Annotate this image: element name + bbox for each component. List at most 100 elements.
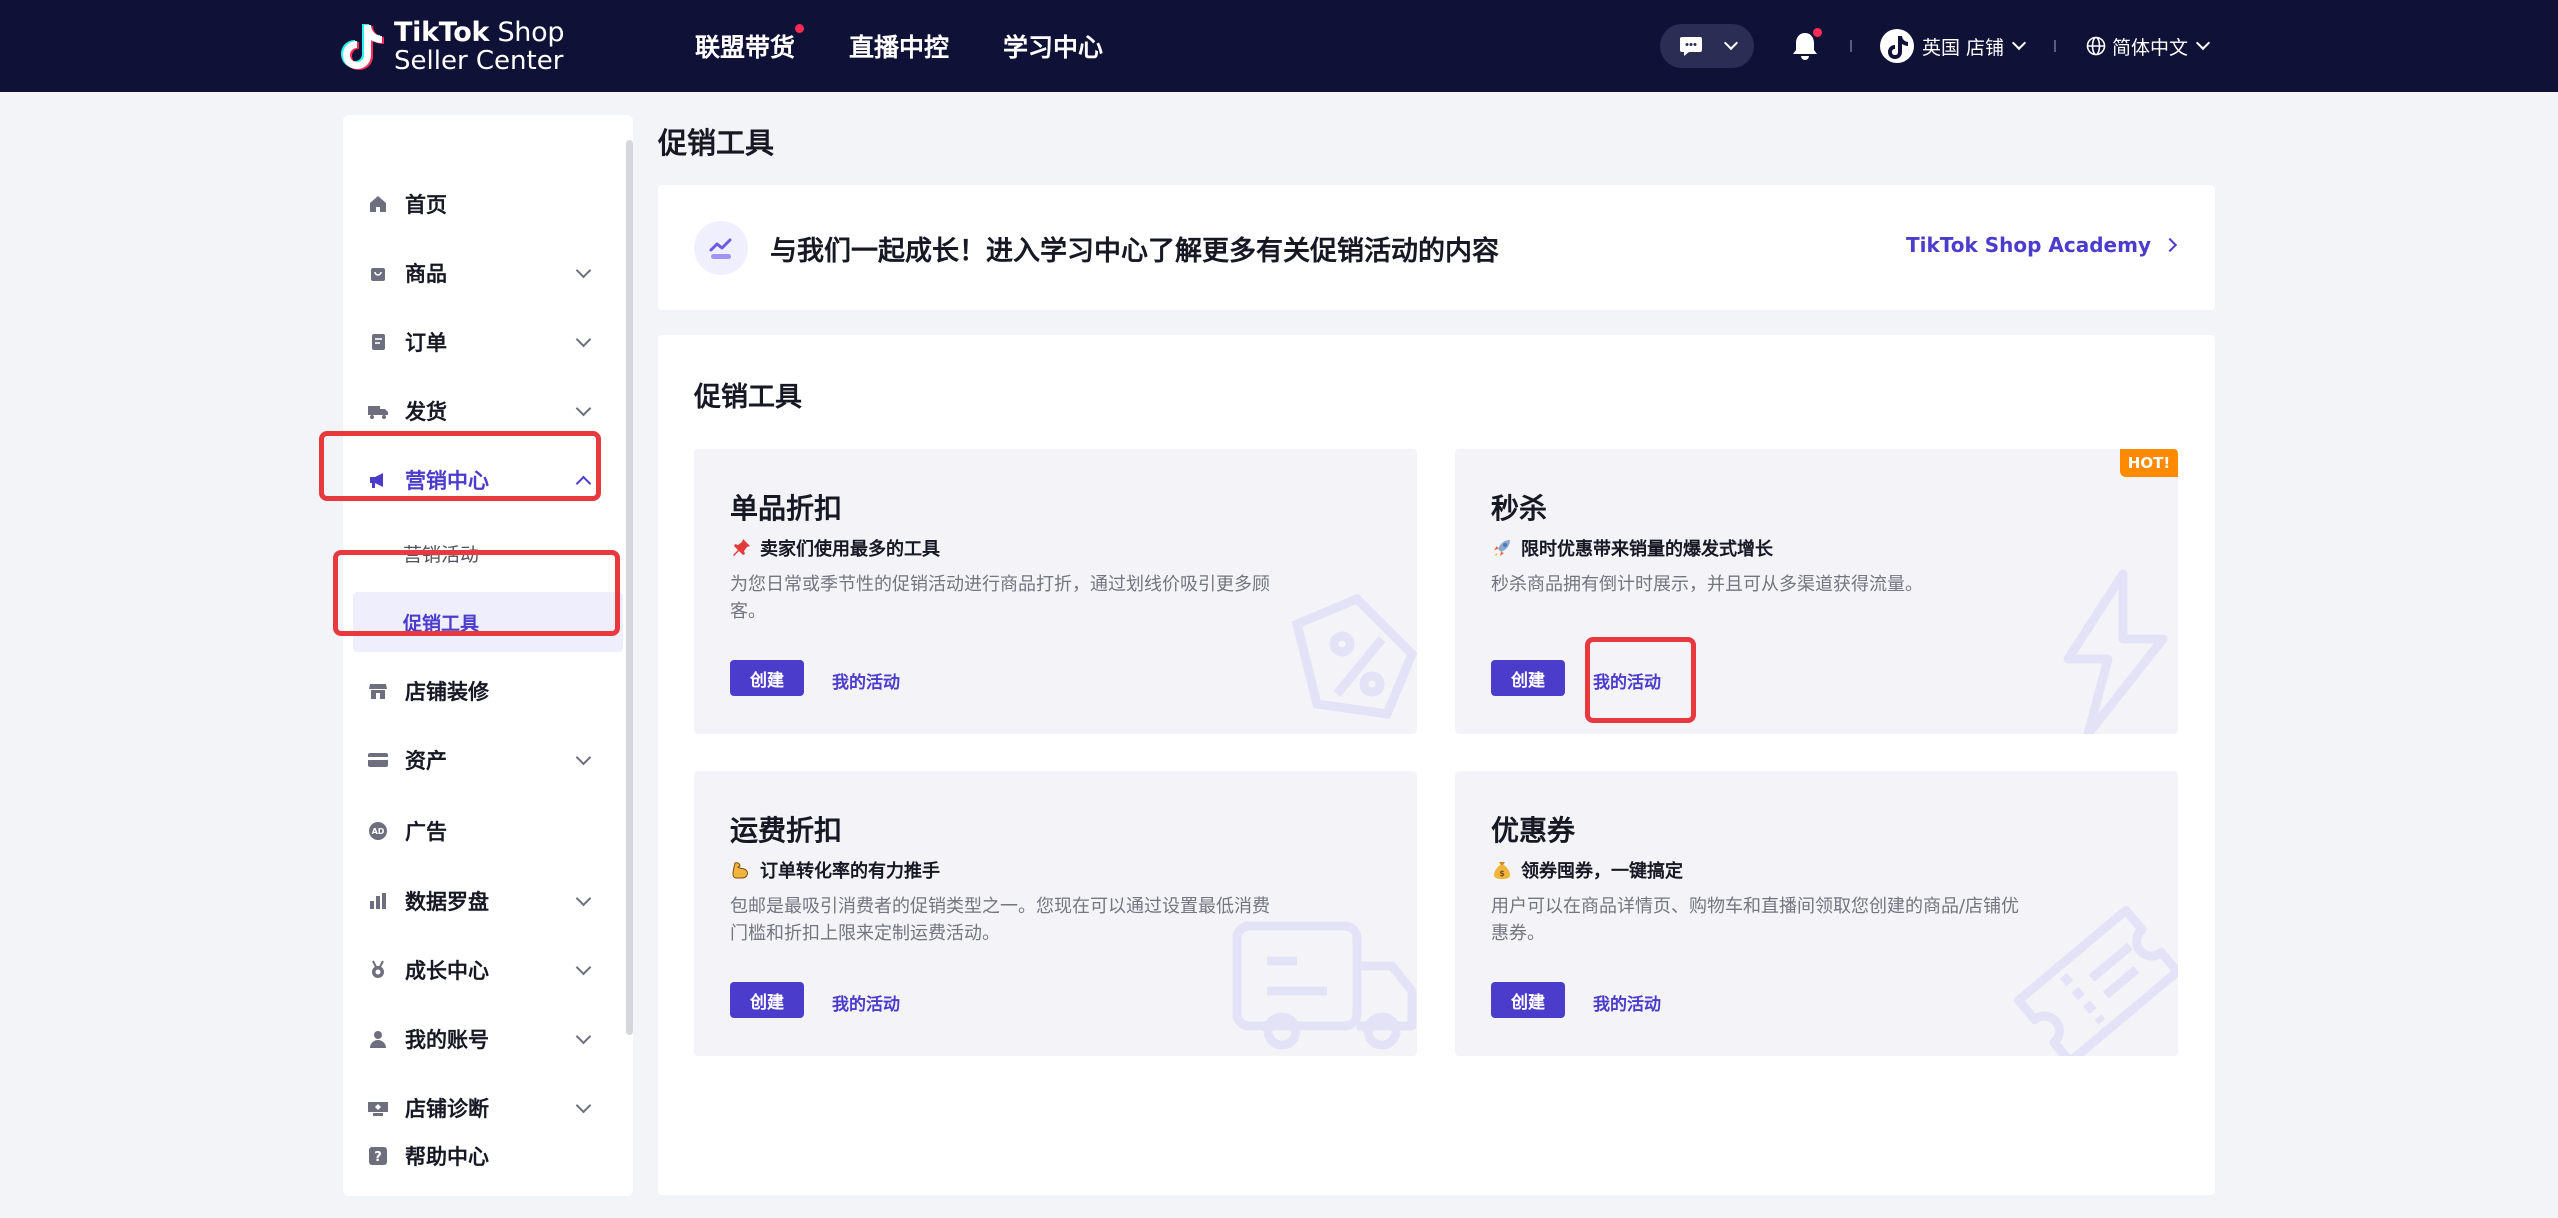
divider [1850, 40, 1852, 52]
chevron-down-icon [575, 1028, 592, 1045]
sidebar-scrollbar[interactable] [626, 140, 633, 1035]
create-button[interactable]: 创建 [1491, 982, 1565, 1018]
sidebar-item-help-center[interactable]: ? 帮助中心 [343, 1130, 633, 1182]
home-icon [367, 193, 389, 215]
svg-text:?: ? [374, 1150, 382, 1165]
card-product-discount: 单品折扣 卖家们使用最多的工具 为您日常或季节性的促销活动进行商品打折，通过划线… [694, 449, 1417, 734]
storefront-icon [367, 680, 389, 702]
divider [2054, 40, 2056, 52]
ad-icon: AD [367, 820, 389, 842]
page-title: 促销工具 [658, 126, 775, 160]
card-subtitle-text: 订单转化率的有力推手 [760, 861, 940, 882]
panel-title: 促销工具 [694, 382, 802, 413]
sidebar-item-products[interactable]: 商品 [343, 247, 633, 299]
create-button[interactable]: 创建 [1491, 660, 1565, 696]
svg-text:$: $ [1499, 869, 1505, 878]
pushpin-icon [730, 537, 752, 559]
money-bag-icon: $ [1491, 859, 1513, 881]
create-button[interactable]: 创建 [730, 982, 804, 1018]
sidebar-item-label: 发货 [405, 400, 447, 424]
top-navigation-bar: TikTok Shop Seller Center 联盟带货 直播中控 学习中心… [0, 0, 2558, 92]
medal-icon [367, 959, 389, 981]
highlight-box [333, 550, 620, 636]
chat-icon [1679, 37, 1702, 56]
card-subtitle-text: 限时优惠带来销量的爆发式增长 [1521, 539, 1773, 560]
sidebar-item-assets[interactable]: 资产 [343, 734, 633, 786]
sidebar-item-store-diagnosis[interactable]: 店铺诊断 [343, 1082, 633, 1134]
sidebar-item-label: 数据罗盘 [405, 890, 489, 914]
tiktok-shop-academy-link[interactable]: TikTok Shop Academy [1906, 233, 2178, 257]
card-subtitle-text: 领券囤券，一键搞定 [1521, 861, 1683, 882]
card-description: 为您日常或季节性的促销活动进行商品打折，通过划线价吸引更多顾客。 [730, 574, 1270, 622]
sidebar-item-orders[interactable]: 订单 [343, 316, 633, 368]
card-title: 秒杀 [1491, 492, 1548, 525]
chevron-down-icon [575, 331, 592, 348]
sidebar-item-growth-center[interactable]: 成长中心 [343, 944, 633, 996]
nav-learning-center-label: 学习中心 [1003, 33, 1104, 62]
chat-dropdown-button[interactable] [1660, 24, 1754, 68]
my-activity-link[interactable]: 我的活动 [832, 990, 900, 1015]
notification-bell-button[interactable] [1790, 28, 1822, 62]
my-activity-link[interactable]: 我的活动 [832, 668, 900, 693]
card-description: 包邮是最吸引消费者的促销类型之一。您现在可以通过设置最低消费门槛和折扣上限来定制… [730, 896, 1270, 944]
sidebar-item-label: 帮助中心 [405, 1145, 489, 1169]
card-subtitle: $ 领券囤券，一键搞定 [1491, 857, 1683, 883]
nav-affiliate[interactable]: 联盟带货 [695, 24, 805, 64]
discount-tag-deco-icon [1291, 593, 1417, 719]
sidebar-item-store-decoration[interactable]: 店铺装修 [343, 665, 633, 717]
chevron-down-icon [575, 1097, 592, 1114]
chevron-down-icon [575, 749, 592, 766]
chevron-right-icon [2162, 237, 2178, 253]
store-switcher[interactable]: 英国 店铺 [1880, 28, 2027, 64]
card-description: 秒杀商品拥有倒计时展示，并且可从多渠道获得流量。 [1491, 574, 1923, 595]
create-button[interactable]: 创建 [730, 660, 804, 696]
sidebar-item-ads[interactable]: AD 广告 [343, 805, 633, 857]
sidebar-item-shipping[interactable]: 发货 [343, 385, 633, 437]
bar-chart-icon [367, 890, 389, 912]
flexed-biceps-icon [730, 859, 752, 881]
svg-text:AD: AD [372, 827, 385, 836]
logo-seller-center-text: Seller Center [394, 45, 564, 76]
language-switcher[interactable]: 简体中文 [2086, 28, 2211, 64]
sidebar-item-label: 广告 [405, 820, 447, 844]
card-title: 运费折扣 [730, 814, 843, 847]
sidebar-item-label: 店铺诊断 [405, 1097, 489, 1121]
chevron-down-icon [575, 959, 592, 976]
tiktok-store-icon [1880, 29, 1914, 63]
nav-learning-center[interactable]: 学习中心 [1003, 28, 1103, 64]
document-icon [367, 331, 389, 353]
card-shipping-discount: 运费折扣 订单转化率的有力推手 包邮是最吸引消费者的促销类型之一。您现在可以通过… [694, 771, 1417, 1056]
truck-icon [367, 400, 389, 422]
diagnosis-icon [367, 1097, 389, 1119]
my-activity-link[interactable]: 我的活动 [1593, 990, 1661, 1015]
chevron-down-icon [1723, 35, 1738, 51]
highlight-box [1585, 637, 1696, 723]
nav-live-control-label: 直播中控 [849, 33, 950, 62]
bag-icon [367, 262, 389, 284]
card-subtitle-text: 卖家们使用最多的工具 [760, 539, 940, 560]
sidebar-item-label: 店铺装修 [405, 680, 489, 704]
logo-shop-text: Shop [489, 16, 565, 48]
nav-live-control[interactable]: 直播中控 [849, 28, 949, 64]
card-description: 用户可以在商品详情页、购物车和直播间领取您创建的商品/店铺优惠券。 [1491, 896, 2020, 944]
top-nav-menu: 联盟带货 直播中控 学习中心 [695, 0, 1157, 92]
help-icon: ? [367, 1145, 389, 1167]
chevron-down-icon [2011, 35, 2027, 51]
sidebar-item-my-account[interactable]: 我的账号 [343, 1013, 633, 1065]
card-subtitle: 卖家们使用最多的工具 [730, 535, 940, 561]
sidebar-item-data-compass[interactable]: 数据罗盘 [343, 875, 633, 927]
sidebar-item-label: 资产 [405, 749, 447, 773]
tiktok-shop-logo[interactable]: TikTok Shop Seller Center [340, 16, 565, 76]
learning-banner: 与我们一起成长！进入学习中心了解更多有关促销活动的内容 TikTok Shop … [658, 185, 2215, 310]
card-flash-sale: HOT! 秒杀 限时优惠带来销量的爆发式增长 秒杀商品拥有倒计时展示，并且可从多… [1455, 449, 2178, 734]
tiktok-logo-icon [340, 21, 384, 71]
card-title: 优惠券 [1491, 814, 1576, 847]
chevron-down-icon [2195, 35, 2211, 51]
sidebar-item-label: 商品 [405, 262, 447, 286]
banner-text: 与我们一起成长！进入学习中心了解更多有关促销活动的内容 [770, 236, 1499, 267]
chevron-down-icon [575, 890, 592, 907]
sidebar-item-label: 成长中心 [405, 959, 489, 983]
nav-affiliate-label: 联盟带货 [695, 33, 796, 62]
sidebar-item-home[interactable]: 首页 [343, 178, 633, 230]
hot-badge: HOT! [2120, 449, 2178, 477]
